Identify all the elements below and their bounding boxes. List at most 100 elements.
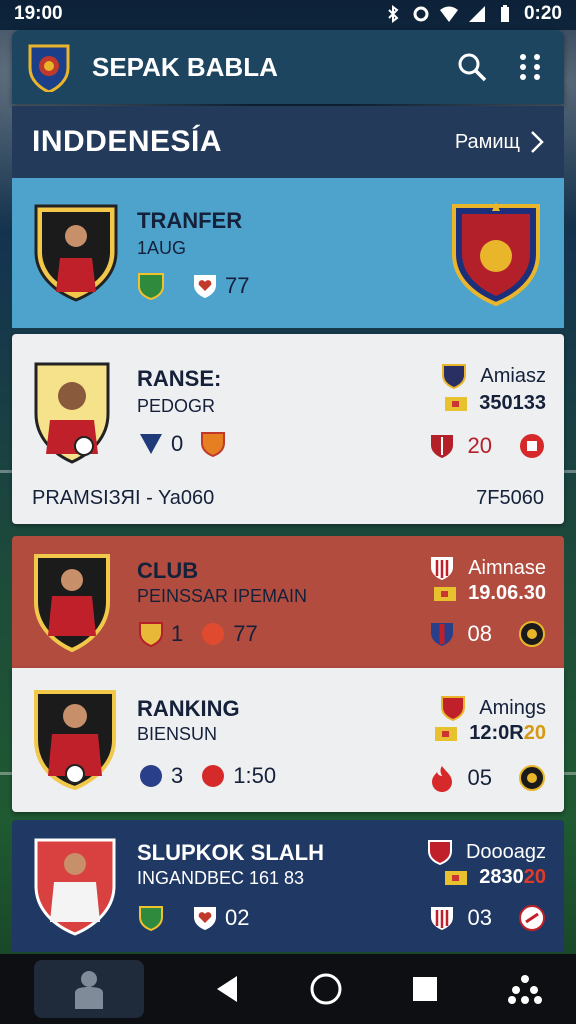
wifi-icon (439, 6, 458, 22)
club-badge-icon (138, 273, 164, 300)
club-badge-icon (441, 696, 466, 722)
club-badge-icon (430, 435, 453, 458)
card-title: RANSE: (137, 366, 222, 391)
right-value-label: 2830 (479, 866, 524, 888)
flag-icon (445, 870, 468, 885)
flag-icon (434, 586, 457, 601)
card-title: TRANFER (137, 208, 243, 233)
status-time: 19:00 (14, 3, 63, 24)
section-link-label: Рамищ (454, 130, 520, 153)
footer-left-label: PRAMSIЗЯI - Ya060 (32, 487, 215, 509)
list-item[interactable]: RANSE: PEDOGR 0 Amiasz 350133 20 PRAMSIЗ… (12, 334, 564, 524)
flag-icon (445, 396, 468, 411)
player-avatar (34, 838, 116, 936)
system-nav-bar (0, 954, 576, 1024)
card-subtitle: PEINSSAR IPEMAIN (137, 586, 308, 606)
club-badge-icon (442, 364, 467, 390)
card-title: CLUB (137, 558, 199, 583)
card-stats: 3 1:50 (137, 762, 276, 790)
club-badge-icon (431, 557, 454, 580)
recents-icon[interactable] (411, 975, 439, 1003)
card-subtitle: BIENSUN (137, 724, 218, 744)
profile-tab-button[interactable] (34, 960, 145, 1018)
list-item[interactable]: CLUB PEINSSAR IPEMAIN 1 77 Aimnase 19.06… (12, 536, 564, 668)
app-title: SEPAK BABLA (92, 51, 278, 82)
list-item[interactable]: RANKING BIENSUN 3 1:50 Amings 12:0R20 05 (12, 668, 564, 812)
list-item[interactable]: SLUPKOK SLALH INGANDBEC 161 83 02 Doooag… (12, 820, 564, 952)
app-bar: SEPAK BABLA (12, 30, 564, 104)
back-icon[interactable] (213, 974, 241, 1004)
club-badge-icon (140, 434, 162, 454)
bluetooth-icon (388, 5, 399, 23)
battery-icon (500, 5, 509, 22)
card-title: SLUPKOK SLALH (137, 840, 324, 865)
right-info-stat: 08 (428, 620, 546, 648)
right-stat-label: 20 (467, 433, 492, 458)
section-see-all-link[interactable]: Рамищ (455, 130, 544, 154)
heart-shield-icon (194, 907, 216, 930)
signal-icon (468, 6, 485, 22)
club-badge-icon (202, 765, 225, 787)
club-badge-icon (427, 840, 452, 866)
club-badge-icon (519, 765, 545, 791)
player-avatar (34, 690, 116, 791)
club-badge-icon (202, 623, 225, 645)
flag-icon (435, 726, 458, 741)
club-badge-icon (519, 621, 545, 647)
footer-right-label: 7F5060 (476, 487, 544, 509)
more-options-button[interactable] (510, 47, 550, 87)
card-stat-value: 77 (233, 621, 258, 646)
right-value-accent: 20 (523, 722, 546, 744)
sync-icon (413, 6, 429, 22)
card-subtitle: 1AUG (137, 238, 187, 258)
club-badge-icon (201, 432, 226, 458)
player-avatar (34, 204, 118, 302)
right-info-value: 12:0R20 (435, 722, 546, 745)
right-stat-label: 03 (467, 905, 492, 930)
right-info-stat: 03 (428, 904, 546, 932)
right-value-accent: 20 (523, 866, 546, 888)
card-stats: 02 (137, 904, 249, 932)
card-stat-value: 0 (171, 431, 184, 456)
right-info-value: 350133 (445, 392, 546, 415)
right-value-label: 350133 (479, 392, 546, 414)
card-title: RANKING (137, 696, 240, 721)
more-vert-icon (520, 54, 540, 80)
right-info-title: Amings (439, 694, 546, 722)
card-stats: 0 (137, 430, 227, 458)
right-title-label: Aimnase (468, 556, 546, 579)
search-button[interactable] (452, 47, 492, 87)
card-subtitle: PEDOGR (137, 396, 216, 416)
right-title-label: Doooagz (465, 840, 546, 863)
card-stat-value: 1:50 (233, 763, 277, 788)
search-icon (458, 53, 487, 82)
apps-icon[interactable] (507, 974, 542, 1004)
section-title: INDDENESÍA (32, 125, 223, 158)
club-badge-icon (140, 765, 162, 787)
club-badge-icon (139, 622, 163, 648)
card-stats: 77 (137, 272, 249, 300)
club-badge-icon (139, 906, 163, 932)
card-stat-a: 1 (171, 621, 184, 646)
right-info-value: 283020 (445, 866, 546, 889)
home-icon[interactable] (309, 972, 343, 1006)
right-value-label: 19.06.30 (468, 582, 546, 604)
right-stat-label: 08 (467, 621, 492, 646)
card-stat-a: 3 (171, 763, 184, 788)
status-bar: 19:00 0:20 (0, 0, 576, 28)
right-info-title: Amiasz (440, 362, 546, 390)
right-info-stat: 20 (428, 432, 546, 460)
list-item[interactable]: TRANFER 1AUG 77 (12, 178, 564, 328)
club-badge-icon (519, 905, 545, 931)
right-value-label: 12:0R (469, 722, 524, 744)
right-info-value: 19.06.30 (434, 582, 546, 605)
right-info-stat: 05 (428, 764, 546, 792)
card-stats: 1 77 (137, 620, 258, 648)
app-logo-icon[interactable] (26, 42, 72, 92)
status-clock-right: 0:20 (523, 3, 562, 24)
right-info-title: Aimnase (428, 554, 546, 582)
card-footer: PRAMSIЗЯI - Ya060 7F5060 (32, 487, 544, 510)
section-header: INDDENESÍA Рамищ (12, 106, 564, 178)
right-title-label: Amiasz (480, 364, 546, 387)
club-badge-icon (430, 907, 453, 930)
